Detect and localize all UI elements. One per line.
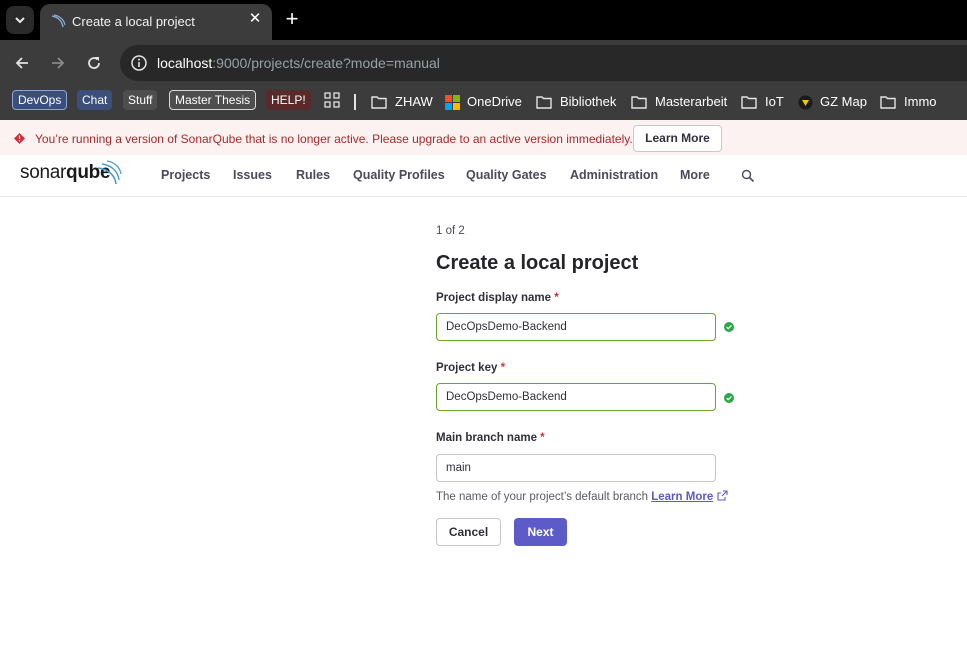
browser-tab-active[interactable]: Create a local project ✕ <box>40 4 272 40</box>
url-text[interactable]: localhost:9000/projects/create?mode=manu… <box>157 55 440 71</box>
back-button[interactable] <box>11 52 33 74</box>
sonarqube-favicon-icon <box>51 14 66 28</box>
nav-projects[interactable]: Projects <box>161 168 210 182</box>
main-branch-label: Main branch name * <box>436 432 545 444</box>
valid-check-icon <box>724 322 734 332</box>
banner-learn-more-button[interactable]: Learn More <box>633 125 722 152</box>
tab-title: Create a local project <box>72 14 195 29</box>
display-name-label: Project display name * <box>436 292 559 304</box>
bookmark-label: OneDrive <box>467 94 522 109</box>
bookmark-devops[interactable]: DevOps <box>12 90 68 110</box>
bookmark-folder-immo[interactable]: Immo <box>880 92 937 112</box>
reload-icon <box>88 57 100 69</box>
cancel-button[interactable]: Cancel <box>436 518 501 546</box>
warning-icon <box>14 133 25 144</box>
deprecation-banner: You’re running a version of SonarQube th… <box>0 120 967 155</box>
bookmark-help[interactable]: HELP! <box>266 90 311 110</box>
required-asterisk: * <box>500 362 506 374</box>
page-title: Create a local project <box>436 252 639 274</box>
forward-button[interactable] <box>47 52 69 74</box>
arrow-right-icon <box>52 57 65 69</box>
bookmark-folder-bibliothek[interactable]: Bibliothek <box>536 92 616 112</box>
next-button[interactable]: Next <box>514 518 567 546</box>
reload-button[interactable] <box>83 52 105 74</box>
bookmark-folder-label: IoT <box>765 94 784 109</box>
folder-icon <box>536 96 552 109</box>
branch-learn-more-label: Learn More <box>651 491 714 503</box>
microsoft-logo-icon <box>445 94 460 110</box>
branch-help-message: The name of your project’s default branc… <box>436 491 649 503</box>
step-indicator: 1 of 2 <box>436 225 465 237</box>
project-key-label-text: Project key <box>436 362 498 374</box>
bookmark-folder-label: Bibliothek <box>560 94 617 109</box>
logo-text-regular: sonar <box>20 162 67 183</box>
search-icon[interactable] <box>741 169 755 183</box>
required-asterisk: * <box>540 432 545 444</box>
folder-icon <box>880 96 896 109</box>
sonarqube-waves-icon <box>97 160 122 185</box>
nav-administration[interactable]: Administration <box>570 168 658 182</box>
valid-check-icon <box>724 393 734 403</box>
branch-help-text: The name of your project’s default branc… <box>436 490 728 503</box>
main-branch-input[interactable] <box>436 454 716 482</box>
bookmark-master-thesis[interactable]: Master Thesis <box>169 90 257 110</box>
nav-rules[interactable]: Rules <box>296 168 330 182</box>
bookmark-folder-label: Immo <box>904 94 937 109</box>
arrow-left-icon <box>15 57 28 69</box>
main-branch-label-text: Main branch name <box>436 432 537 444</box>
bookmark-label: GZ Map <box>820 94 867 109</box>
bookmark-gz-map[interactable]: GZ Map <box>798 92 867 112</box>
banner-message: You’re running a version of SonarQube th… <box>35 132 633 146</box>
external-link-icon <box>717 490 728 501</box>
project-key-input[interactable] <box>436 383 716 411</box>
folder-icon <box>741 96 757 109</box>
nav-issues[interactable]: Issues <box>233 168 272 182</box>
url-host: localhost <box>157 55 213 71</box>
bookmarks-separator <box>354 94 356 110</box>
project-key-label: Project key * <box>436 362 505 374</box>
folder-icon <box>631 96 647 109</box>
display-name-label-text: Project display name <box>436 292 552 304</box>
bookmark-folder-label: ZHAW <box>395 94 433 109</box>
nav-more[interactable]: More <box>680 168 710 182</box>
apps-grid-icon[interactable] <box>324 92 340 108</box>
bookmark-folder-zhaw[interactable]: ZHAW <box>371 92 433 112</box>
new-tab-button[interactable]: + <box>282 8 302 30</box>
close-tab-icon[interactable]: ✕ <box>248 11 262 26</box>
site-info-icon[interactable] <box>128 52 150 74</box>
gz-map-logo-icon <box>798 95 813 109</box>
folder-icon <box>371 96 387 109</box>
address-bar[interactable]: localhost:9000/projects/create?mode=manu… <box>120 45 967 81</box>
branch-learn-more-link[interactable]: Learn More <box>651 491 713 503</box>
bookmark-stuff[interactable]: Stuff <box>123 90 158 110</box>
browser-toolbar: localhost:9000/projects/create?mode=manu… <box>0 40 967 86</box>
bookmark-folder-iot[interactable]: IoT <box>741 92 784 112</box>
url-path: :9000/projects/create?mode=manual <box>212 55 440 71</box>
bookmarks-bar: DevOps Chat Stuff Master Thesis HELP! ZH… <box>0 86 967 120</box>
bookmark-folder-masterarbeit[interactable]: Masterarbeit <box>631 92 727 112</box>
chevron-down-icon <box>15 17 25 24</box>
browser-tabstrip: Create a local project ✕ + <box>0 0 967 40</box>
nav-quality-profiles[interactable]: Quality Profiles <box>353 168 445 182</box>
display-name-input[interactable] <box>436 313 716 341</box>
tab-search-button[interactable] <box>6 6 34 34</box>
bookmark-onedrive[interactable]: OneDrive <box>445 92 522 112</box>
required-asterisk: * <box>554 292 559 304</box>
bookmark-chat[interactable]: Chat <box>77 90 113 110</box>
bookmark-folder-label: Masterarbeit <box>655 94 728 109</box>
nav-quality-gates[interactable]: Quality Gates <box>466 168 547 182</box>
sonarqube-navbar: sonarqube Projects Issues Rules Quality … <box>0 155 967 197</box>
